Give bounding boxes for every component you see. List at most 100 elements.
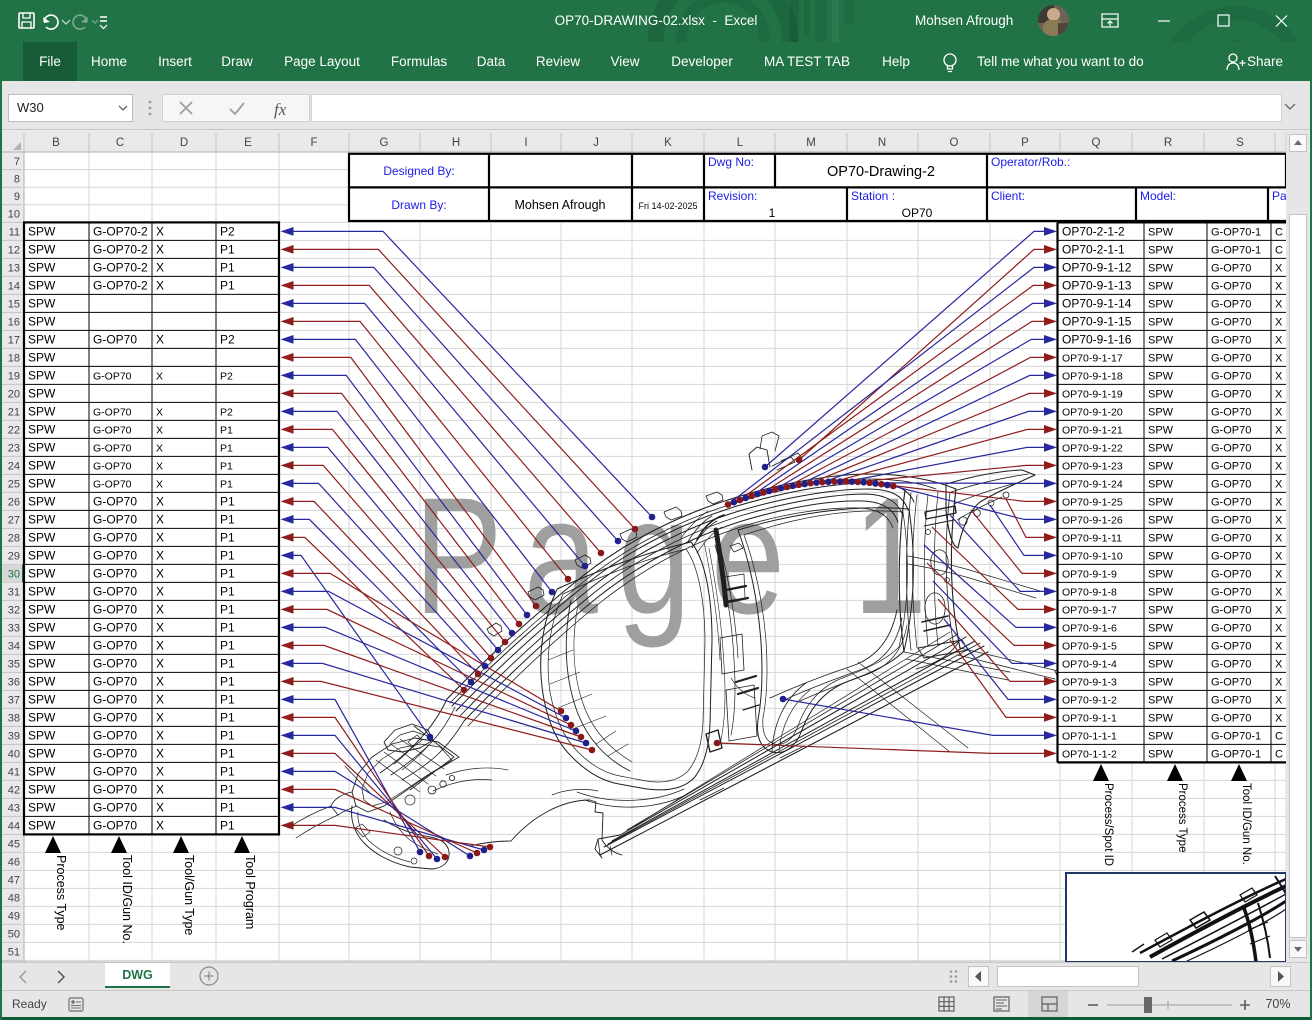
- svg-text:OP70-9-1-18: OP70-9-1-18: [1062, 370, 1123, 382]
- svg-text:20: 20: [8, 388, 20, 400]
- svg-text:Process Type: Process Type: [54, 855, 68, 931]
- svg-text:39: 39: [8, 730, 20, 742]
- svg-text:X: X: [156, 494, 164, 508]
- svg-text:8: 8: [14, 173, 20, 185]
- svg-text:1: 1: [853, 463, 927, 649]
- svg-text:G-OP70: G-OP70: [93, 566, 137, 580]
- svg-text:SPW: SPW: [28, 512, 56, 526]
- svg-text:47: 47: [8, 874, 20, 886]
- svg-text:X: X: [156, 512, 164, 526]
- svg-text:Process Type: Process Type: [1176, 783, 1188, 852]
- svg-text:X: X: [156, 692, 164, 706]
- svg-text:SPW: SPW: [28, 422, 56, 436]
- svg-text:50: 50: [8, 928, 20, 940]
- svg-text:OP70-9-1-8: OP70-9-1-8: [1062, 586, 1117, 598]
- svg-text:Designed By:: Designed By:: [383, 164, 454, 178]
- svg-text:G-OP70: G-OP70: [93, 728, 137, 742]
- svg-text:10: 10: [8, 209, 20, 221]
- svg-text:51: 51: [8, 946, 20, 958]
- svg-text:45: 45: [8, 838, 20, 850]
- svg-text:X: X: [156, 584, 164, 598]
- svg-text:B: B: [52, 137, 60, 149]
- svg-text:28: 28: [8, 532, 20, 544]
- svg-text:Process/Spot ID: Process/Spot ID: [1102, 783, 1114, 866]
- svg-text:M: M: [806, 137, 816, 149]
- svg-text:X: X: [1275, 424, 1283, 436]
- svg-text:G-OP70: G-OP70: [93, 764, 137, 778]
- svg-text:P1: P1: [220, 728, 235, 742]
- svg-text:SPW: SPW: [1148, 334, 1174, 346]
- svg-text:OP70-9-1-14: OP70-9-1-14: [1062, 296, 1132, 310]
- svg-text:SPW: SPW: [1148, 424, 1174, 436]
- svg-text:OP70-9-1-17: OP70-9-1-17: [1062, 352, 1123, 364]
- svg-text:16: 16: [8, 316, 20, 328]
- svg-text:G-OP70-2: G-OP70-2: [93, 224, 148, 238]
- svg-text:G-OP70: G-OP70: [1211, 568, 1251, 580]
- svg-text:Model:: Model:: [1140, 189, 1176, 203]
- svg-text:G-OP70: G-OP70: [1211, 550, 1251, 562]
- svg-text:OP70-9-1-4: OP70-9-1-4: [1062, 658, 1117, 670]
- svg-text:G-OP70: G-OP70: [93, 746, 137, 760]
- svg-text:27: 27: [8, 514, 20, 526]
- svg-text:P1: P1: [220, 602, 235, 616]
- svg-text:X: X: [156, 746, 164, 760]
- svg-text:SPW: SPW: [1148, 676, 1174, 688]
- svg-text:G-OP70-2: G-OP70-2: [93, 260, 148, 274]
- svg-text:17: 17: [8, 334, 20, 346]
- svg-text:SPW: SPW: [1148, 316, 1174, 328]
- svg-text:G-OP70: G-OP70: [93, 800, 137, 814]
- svg-text:SPW: SPW: [1148, 622, 1174, 634]
- svg-text:g: g: [617, 463, 691, 649]
- svg-text:OP70-9-1-6: OP70-9-1-6: [1062, 622, 1117, 634]
- svg-text:SPW: SPW: [28, 278, 56, 292]
- svg-text:SPW: SPW: [28, 296, 56, 310]
- svg-text:SPW: SPW: [1148, 244, 1174, 256]
- svg-text:X: X: [156, 442, 163, 454]
- svg-text:SPW: SPW: [28, 368, 56, 382]
- svg-text:S: S: [1236, 137, 1244, 149]
- svg-text:7: 7: [14, 156, 20, 168]
- svg-text:Tool ID/Gun No.: Tool ID/Gun No.: [1240, 783, 1252, 865]
- svg-text:25: 25: [8, 478, 20, 490]
- svg-text:SPW: SPW: [1148, 730, 1174, 742]
- svg-text:Station :: Station :: [851, 189, 895, 203]
- svg-text:G-OP70: G-OP70: [93, 620, 137, 634]
- svg-text:SPW: SPW: [1148, 406, 1174, 418]
- svg-text:OP70-9-1-13: OP70-9-1-13: [1062, 278, 1132, 292]
- svg-text:42: 42: [8, 784, 20, 796]
- svg-text:X: X: [156, 656, 164, 670]
- svg-text:34: 34: [8, 640, 20, 652]
- svg-text:X: X: [156, 332, 164, 346]
- svg-text:19: 19: [8, 370, 20, 382]
- svg-text:X: X: [156, 478, 163, 490]
- svg-text:G-OP70: G-OP70: [1211, 532, 1251, 544]
- svg-text:G-OP70: G-OP70: [93, 530, 137, 544]
- svg-text:SPW: SPW: [1148, 532, 1174, 544]
- svg-text:X: X: [156, 260, 164, 274]
- svg-text:SPW: SPW: [1148, 298, 1174, 310]
- svg-text:OP70-9-1-11: OP70-9-1-11: [1062, 532, 1122, 544]
- svg-text:SPW: SPW: [1148, 748, 1174, 760]
- svg-text:11: 11: [9, 226, 20, 238]
- svg-text:SPW: SPW: [28, 818, 56, 832]
- svg-text:P1: P1: [220, 566, 235, 580]
- svg-text:SPW: SPW: [1148, 586, 1174, 598]
- svg-text:G-OP70: G-OP70: [1211, 352, 1251, 364]
- svg-text:23: 23: [8, 442, 20, 454]
- svg-text:X: X: [1275, 406, 1283, 418]
- svg-text:X: X: [156, 242, 164, 256]
- svg-text:X: X: [1275, 712, 1283, 724]
- svg-text:SPW: SPW: [28, 728, 56, 742]
- svg-text:X: X: [1275, 442, 1283, 454]
- svg-text:X: X: [156, 620, 164, 634]
- svg-text:X: X: [1275, 568, 1283, 580]
- svg-text:X: X: [1275, 676, 1283, 688]
- svg-text:G-OP70: G-OP70: [93, 370, 132, 382]
- svg-text:37: 37: [8, 694, 20, 706]
- svg-text:Client:: Client:: [991, 189, 1025, 203]
- svg-text:P1: P1: [220, 442, 233, 454]
- svg-text:P1: P1: [220, 782, 235, 796]
- svg-text:G-OP70: G-OP70: [1211, 658, 1251, 670]
- svg-text:G-OP70: G-OP70: [1211, 676, 1251, 688]
- svg-text:OP70-9-1-15: OP70-9-1-15: [1062, 314, 1132, 328]
